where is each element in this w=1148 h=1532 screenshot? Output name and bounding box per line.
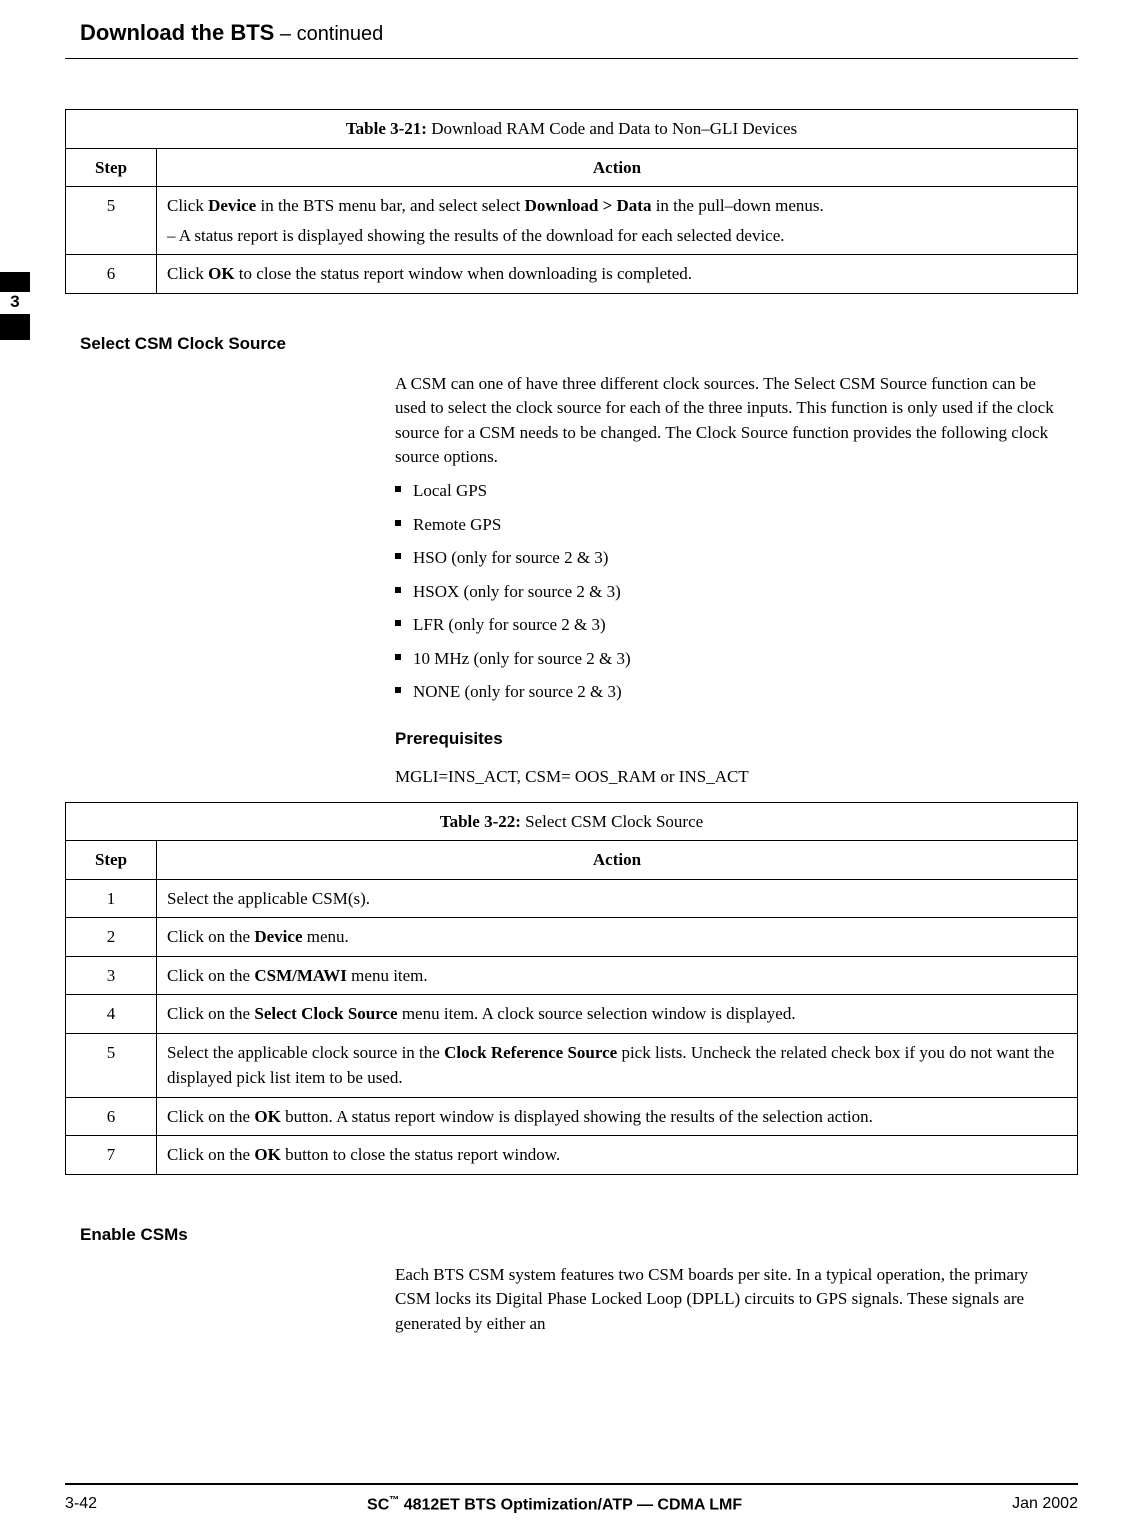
table-row: 6 Click on the OK button. A status repor… <box>66 1097 1078 1136</box>
table-row: 1 Select the applicable CSM(s). <box>66 879 1078 918</box>
step-cell: 5 <box>66 1033 157 1097</box>
action-cell: Click on the Select Clock Source menu it… <box>157 995 1078 1034</box>
table-caption: Table 3-22: Select CSM Clock Source <box>66 802 1078 841</box>
table-caption: Table 3-21: Download RAM Code and Data t… <box>66 110 1078 149</box>
intro-paragraph: A CSM can one of have three different cl… <box>395 372 1068 471</box>
step-cell: 3 <box>66 956 157 995</box>
page-footer: 3-42 SC™ 4812ET BTS Optimization/ATP — C… <box>65 1483 1078 1514</box>
action-cell: Select the applicable clock source in th… <box>157 1033 1078 1097</box>
trademark-symbol: ™ <box>389 1495 399 1506</box>
table-caption-text: Download RAM Code and Data to Non–GLI De… <box>427 119 797 138</box>
action-cell: Click OK to close the status report wind… <box>157 255 1078 294</box>
step-cell: 5 <box>66 187 157 255</box>
action-subitem: – A status report is displayed showing t… <box>185 223 1067 249</box>
section-heading-csm-clock: Select CSM Clock Source <box>80 334 1078 354</box>
list-item: Local GPS <box>395 478 1068 504</box>
col-header-step: Step <box>66 148 157 187</box>
step-cell: 7 <box>66 1136 157 1175</box>
prerequisites-text: MGLI=INS_ACT, CSM= OOS_RAM or INS_ACT <box>395 765 1068 790</box>
header-continued: – continued <box>274 23 383 45</box>
chapter-tab: 3 <box>0 272 30 340</box>
table-row: 5 Click Device in the BTS menu bar, and … <box>66 187 1078 255</box>
col-header-step: Step <box>66 841 157 880</box>
section-heading-enable-csms: Enable CSMs <box>80 1225 1078 1245</box>
table-caption-row: Table 3-21: Download RAM Code and Data t… <box>66 110 1078 149</box>
header-divider <box>65 58 1078 59</box>
footer-title: SC™ 4812ET BTS Optimization/ATP — CDMA L… <box>367 1495 742 1514</box>
chapter-number: 3 <box>0 292 30 312</box>
step-cell: 1 <box>66 879 157 918</box>
footer-divider <box>65 1483 1078 1485</box>
body-text-block: A CSM can one of have three different cl… <box>395 372 1068 790</box>
action-cell: Click on the CSM/MAWI menu item. <box>157 956 1078 995</box>
action-cell: Select the applicable CSM(s). <box>157 879 1078 918</box>
body-text-block: Each BTS CSM system features two CSM boa… <box>395 1263 1068 1337</box>
list-item: NONE (only for source 2 & 3) <box>395 679 1068 705</box>
table-3-21: Table 3-21: Download RAM Code and Data t… <box>65 109 1078 294</box>
table-caption-label: Table 3-22: <box>440 812 521 831</box>
table-caption-label: Table 3-21: <box>346 119 427 138</box>
list-item: HSOX (only for source 2 & 3) <box>395 579 1068 605</box>
step-cell: 6 <box>66 255 157 294</box>
table-row: 2 Click on the Device menu. <box>66 918 1078 957</box>
step-cell: 6 <box>66 1097 157 1136</box>
table-header-row: Step Action <box>66 148 1078 187</box>
enable-csms-paragraph: Each BTS CSM system features two CSM boa… <box>395 1263 1068 1337</box>
table-row: 7 Click on the OK button to close the st… <box>66 1136 1078 1175</box>
footer-date: Jan 2002 <box>1012 1495 1078 1513</box>
header-title: Download the BTS <box>80 20 274 45</box>
page-number: 3-42 <box>65 1495 97 1513</box>
table-row: 3 Click on the CSM/MAWI menu item. <box>66 956 1078 995</box>
table-row: 6 Click OK to close the status report wi… <box>66 255 1078 294</box>
action-cell: Click on the OK button. A status report … <box>157 1097 1078 1136</box>
list-item: HSO (only for source 2 & 3) <box>395 545 1068 571</box>
tab-bar-top <box>0 272 30 292</box>
tab-bar-bottom <box>0 314 30 340</box>
table-caption-row: Table 3-22: Select CSM Clock Source <box>66 802 1078 841</box>
list-item: LFR (only for source 2 & 3) <box>395 612 1068 638</box>
step-cell: 4 <box>66 995 157 1034</box>
list-item: Remote GPS <box>395 512 1068 538</box>
col-header-action: Action <box>157 148 1078 187</box>
options-list: Local GPS Remote GPS HSO (only for sourc… <box>395 478 1068 705</box>
table-3-22: Table 3-22: Select CSM Clock Source Step… <box>65 802 1078 1175</box>
col-header-action: Action <box>157 841 1078 880</box>
table-header-row: Step Action <box>66 841 1078 880</box>
table-caption-text: Select CSM Clock Source <box>521 812 703 831</box>
prerequisites-heading: Prerequisites <box>395 727 1068 752</box>
page-running-header: Download the BTS – continued <box>80 20 1078 46</box>
action-cell: Click on the Device menu. <box>157 918 1078 957</box>
table-row: 4 Click on the Select Clock Source menu … <box>66 995 1078 1034</box>
table-row: 5 Select the applicable clock source in … <box>66 1033 1078 1097</box>
step-cell: 2 <box>66 918 157 957</box>
action-cell: Click on the OK button to close the stat… <box>157 1136 1078 1175</box>
action-cell: Click Device in the BTS menu bar, and se… <box>157 187 1078 255</box>
list-item: 10 MHz (only for source 2 & 3) <box>395 646 1068 672</box>
